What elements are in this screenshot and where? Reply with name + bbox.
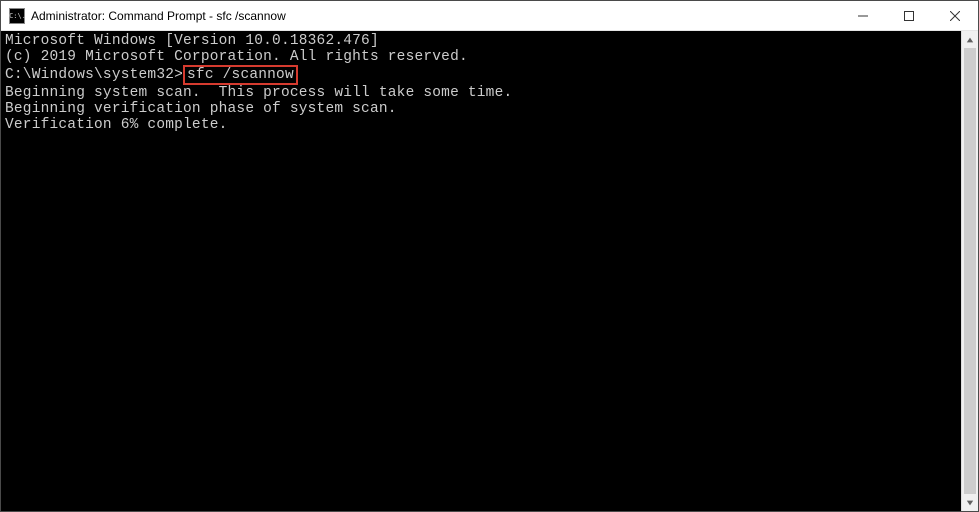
titlebar[interactable]: C:\. Administrator: Command Prompt - sfc… (1, 1, 978, 31)
content-area: Microsoft Windows [Version 10.0.18362.47… (1, 31, 978, 511)
command-highlight: sfc /scannow (183, 65, 298, 85)
maximize-button[interactable] (886, 1, 932, 31)
scroll-down-button[interactable] (962, 494, 978, 511)
chevron-down-icon (966, 499, 974, 507)
output-line: (c) 2019 Microsoft Corporation. All righ… (5, 49, 961, 65)
command-prompt-window: C:\. Administrator: Command Prompt - sfc… (0, 0, 979, 512)
vertical-scrollbar[interactable] (961, 31, 978, 511)
minimize-icon (858, 11, 868, 21)
cmd-icon-text: C:\. (9, 12, 26, 20)
scroll-thumb[interactable] (964, 48, 976, 494)
prompt-text: C:\Windows\system32> (5, 67, 183, 83)
close-button[interactable] (932, 1, 978, 31)
output-line: Beginning verification phase of system s… (5, 101, 961, 117)
maximize-icon (904, 11, 914, 21)
terminal-output[interactable]: Microsoft Windows [Version 10.0.18362.47… (1, 31, 961, 511)
output-line: Beginning system scan. This process will… (5, 85, 961, 101)
prompt-line: C:\Windows\system32>sfc /scannow (5, 65, 961, 85)
chevron-up-icon (966, 36, 974, 44)
output-line: Verification 6% complete. (5, 117, 961, 133)
close-icon (950, 11, 960, 21)
window-title: Administrator: Command Prompt - sfc /sca… (31, 9, 286, 23)
minimize-button[interactable] (840, 1, 886, 31)
scroll-track[interactable] (962, 48, 978, 494)
scroll-up-button[interactable] (962, 31, 978, 48)
cmd-icon: C:\. (9, 8, 25, 24)
output-line: Microsoft Windows [Version 10.0.18362.47… (5, 33, 961, 49)
